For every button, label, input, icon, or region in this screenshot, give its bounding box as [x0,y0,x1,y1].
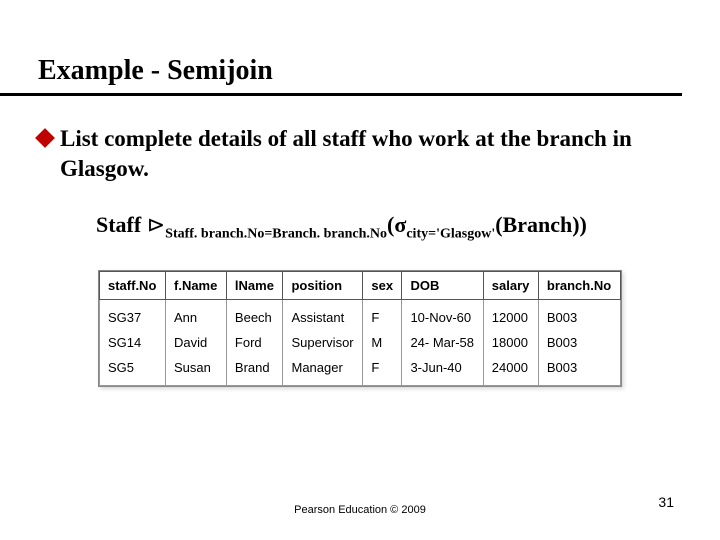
cell: F [363,355,402,386]
cell: Manager [283,355,363,386]
cell: 24- Mar-58 [402,330,483,355]
table-header-row: staff.No f.Name lName position sex DOB s… [100,272,621,300]
result-table-container: staff.No f.Name lName position sex DOB s… [98,270,622,387]
result-table: staff.No f.Name lName position sex DOB s… [99,271,621,386]
col-header: staff.No [100,272,166,300]
cell: Assistant [283,300,363,331]
col-header: branch.No [538,272,620,300]
cell: B003 [538,330,620,355]
semijoin-icon: ⊳ [147,212,165,238]
footer-copyright: Pearson Education © 2009 [0,504,720,516]
relational-algebra-formula: Staff ⊳Staff. branch.No=Branch. branch.N… [38,184,682,242]
cell: SG14 [100,330,166,355]
cell: B003 [538,300,620,331]
cell: Brand [226,355,283,386]
cell: Susan [166,355,227,386]
col-header: f.Name [166,272,227,300]
table-row: SG5 Susan Brand Manager F 3-Jun-40 24000… [100,355,621,386]
slide-title: Example - Semijoin [0,0,682,96]
table-row: SG37 Ann Beech Assistant F 10-Nov-60 120… [100,300,621,331]
table-row: SG14 David Ford Supervisor M 24- Mar-58 … [100,330,621,355]
join-condition: Staff. branch.No=Branch. branch.No [165,226,387,241]
cell: 18000 [483,330,538,355]
bullet-item: List complete details of all staff who w… [38,124,682,184]
cell: Beech [226,300,283,331]
col-header: sex [363,272,402,300]
formula-lhs: Staff [96,212,141,237]
col-header: DOB [402,272,483,300]
selection-condition: city='Glasgow' [406,226,495,241]
cell: David [166,330,227,355]
page-number: 31 [658,494,674,510]
cell: Ann [166,300,227,331]
col-header: lName [226,272,283,300]
col-header: position [283,272,363,300]
cell: SG37 [100,300,166,331]
formula-rhs: (Branch)) [495,212,587,237]
cell: M [363,330,402,355]
content-area: List complete details of all staff who w… [0,96,720,387]
cell: F [363,300,402,331]
cell: Ford [226,330,283,355]
cell: 10-Nov-60 [402,300,483,331]
diamond-bullet-icon [35,128,55,148]
cell: 12000 [483,300,538,331]
cell: B003 [538,355,620,386]
cell: SG5 [100,355,166,386]
cell: 24000 [483,355,538,386]
cell: Supervisor [283,330,363,355]
sigma-icon: σ [394,212,406,237]
col-header: salary [483,272,538,300]
cell: 3-Jun-40 [402,355,483,386]
bullet-text: List complete details of all staff who w… [60,124,682,184]
